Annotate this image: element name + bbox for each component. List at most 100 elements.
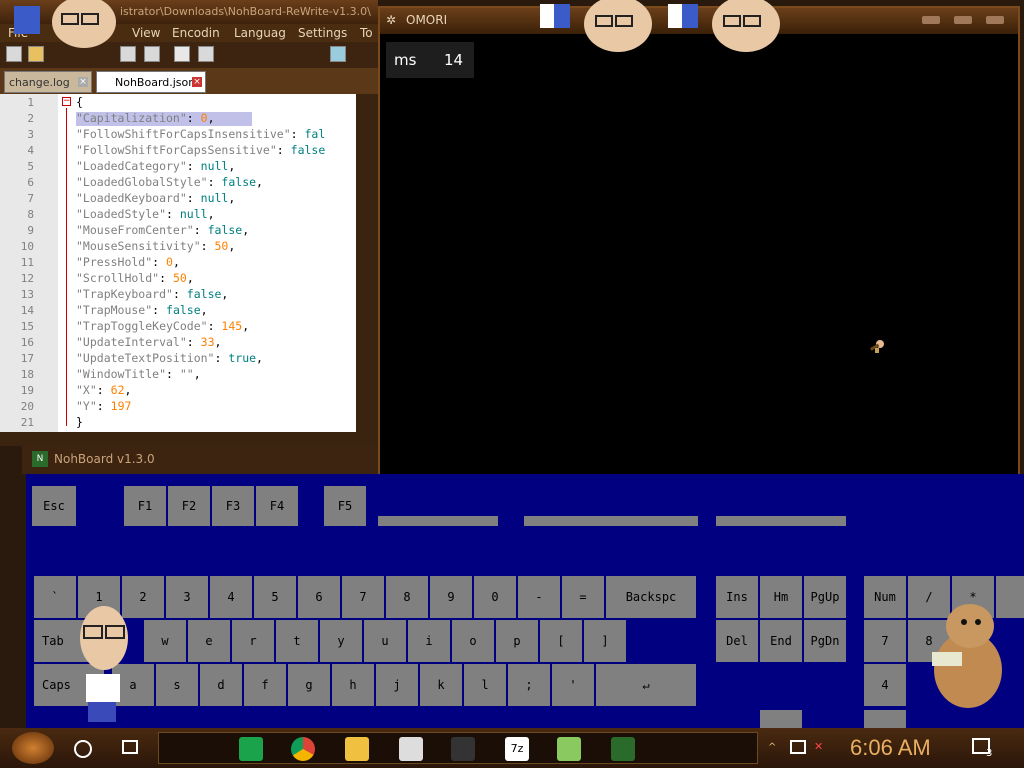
key-f1: F1 <box>124 486 166 526</box>
taskbar-clock[interactable]: 6:06 AM <box>850 735 931 761</box>
volume-muted-icon[interactable]: ✕ <box>814 740 830 754</box>
chrome-icon[interactable] <box>291 737 315 761</box>
line-number: 10 <box>20 240 34 253</box>
json-key: "UpdateInterval" <box>76 335 187 349</box>
code-line: "TrapMouse": false, <box>76 302 208 318</box>
search-icon[interactable] <box>74 740 92 758</box>
task-view-icon[interactable] <box>122 740 138 754</box>
file-explorer-icon[interactable] <box>345 737 369 761</box>
key-pgdn: PgDn <box>804 620 846 662</box>
json-separator: : <box>186 191 201 205</box>
json-separator: : <box>186 159 201 173</box>
json-key: "MouseSensitivity" <box>76 239 201 253</box>
code-editor[interactable]: − 1 2 3 4 5 6 7 8 9 10 11 12 13 14 15 16 17 18 19 20 21{"Cap… <box>0 94 356 432</box>
key-end: End <box>760 620 802 662</box>
replace-icon[interactable] <box>330 46 346 62</box>
key-semicolon: ; <box>508 664 550 706</box>
json-value: 145 <box>221 319 243 333</box>
code-line: { <box>76 94 83 110</box>
json-value: false <box>186 287 222 301</box>
code-line: "UpdateInterval": 33, <box>76 334 221 350</box>
copy-icon[interactable] <box>198 46 214 62</box>
json-comma: , <box>228 239 236 253</box>
code-line: "TrapKeyboard": false, <box>76 286 228 302</box>
json-key: "FollowShiftForCapsSensitive" <box>76 143 277 157</box>
omori-title: OMORI <box>406 13 448 27</box>
json-value: 33 <box>200 335 215 349</box>
json-key: "X" <box>76 383 97 397</box>
key-equals: = <box>562 576 604 618</box>
key-sysreq-group <box>716 516 846 526</box>
json-value: true <box>228 351 257 365</box>
menu-view[interactable]: View <box>132 24 160 42</box>
key-h: h <box>332 664 374 706</box>
close-tab-icon[interactable]: × <box>192 77 202 87</box>
nohboard-icon[interactable] <box>611 737 635 761</box>
fold-toggle-icon[interactable]: − <box>62 97 71 106</box>
code-line: "UpdateTextPosition": true, <box>76 350 263 366</box>
key-o: o <box>452 620 494 662</box>
menu-settings[interactable]: Settings <box>298 24 347 42</box>
key-f4: F4 <box>256 486 298 526</box>
key-9: 9 <box>430 576 472 618</box>
json-separator: : <box>186 335 201 349</box>
json-separator: : <box>166 207 180 221</box>
json-value: 50 <box>172 271 187 285</box>
start-button[interactable] <box>12 732 54 764</box>
json-comma: , <box>228 191 236 205</box>
json-value: 50 <box>214 239 229 253</box>
app-icon: ✲ <box>386 13 397 27</box>
chevron-up-icon[interactable]: ^ <box>768 742 778 753</box>
key-e: e <box>188 620 230 662</box>
cut-icon[interactable] <box>174 46 190 62</box>
key-t: t <box>276 620 318 662</box>
print-icon[interactable] <box>144 46 160 62</box>
pirate-icon[interactable] <box>451 737 475 761</box>
key-f3: F3 <box>212 486 254 526</box>
maximize-button[interactable] <box>954 16 972 24</box>
code-line: } <box>76 414 83 430</box>
code-line: "Y": 197 <box>76 398 131 414</box>
line-number: 17 <box>20 352 34 365</box>
skull-icon[interactable] <box>399 737 423 761</box>
close-button[interactable] <box>986 16 1004 24</box>
code-line: "FollowShiftForCapsInsensitive": fal <box>76 126 325 142</box>
tab-nohboard-json[interactable]: NohBoard.json × <box>96 71 206 93</box>
tab-label: change.log <box>9 76 70 89</box>
line-number: 18 <box>20 368 34 381</box>
json-value: false <box>221 175 257 189</box>
key-quote: ' <box>552 664 594 706</box>
notepadpp-icon[interactable] <box>557 737 581 761</box>
json-key: "ScrollHold" <box>76 271 160 285</box>
caricature-face-decoration <box>668 0 780 52</box>
menu-tools[interactable]: To <box>360 24 373 42</box>
line-number: 19 <box>20 384 34 397</box>
line-number: 20 <box>20 400 34 413</box>
key-3: 3 <box>166 576 208 618</box>
line-number: 12 <box>20 272 34 285</box>
line-number: 14 <box>20 304 34 317</box>
notepadpp-window: istrator\Downloads\NohBoard-ReWrite-v1.3… <box>0 0 378 446</box>
key-home: Hm <box>760 576 802 618</box>
json-separator: : <box>96 383 111 397</box>
sheets-icon[interactable] <box>239 737 263 761</box>
7zip-icon[interactable]: 7z <box>505 737 529 761</box>
line-number: 7 <box>27 192 34 205</box>
menu-language[interactable]: Languag <box>234 24 286 42</box>
json-separator: : <box>159 271 173 285</box>
json-separator: : <box>166 367 180 381</box>
key-6: 6 <box>298 576 340 618</box>
json-separator: : <box>207 175 222 189</box>
json-comma: , <box>221 287 229 301</box>
minimize-button[interactable] <box>922 16 940 24</box>
line-number: 4 <box>27 144 34 157</box>
key-delete: Del <box>716 620 758 662</box>
nohboard-app-icon: N <box>32 451 48 467</box>
nohboard-titlebar[interactable]: N NohBoard v1.3.0 <box>22 446 378 474</box>
notepadpp-tab-strip: change.log × NohBoard.json × <box>0 68 378 94</box>
close-tab-icon[interactable]: × <box>78 77 88 87</box>
tab-change-log[interactable]: change.log × <box>4 71 92 93</box>
network-icon[interactable] <box>790 740 806 754</box>
menu-encoding[interactable]: Encodin <box>172 24 220 42</box>
key-up-arrow <box>760 710 802 730</box>
